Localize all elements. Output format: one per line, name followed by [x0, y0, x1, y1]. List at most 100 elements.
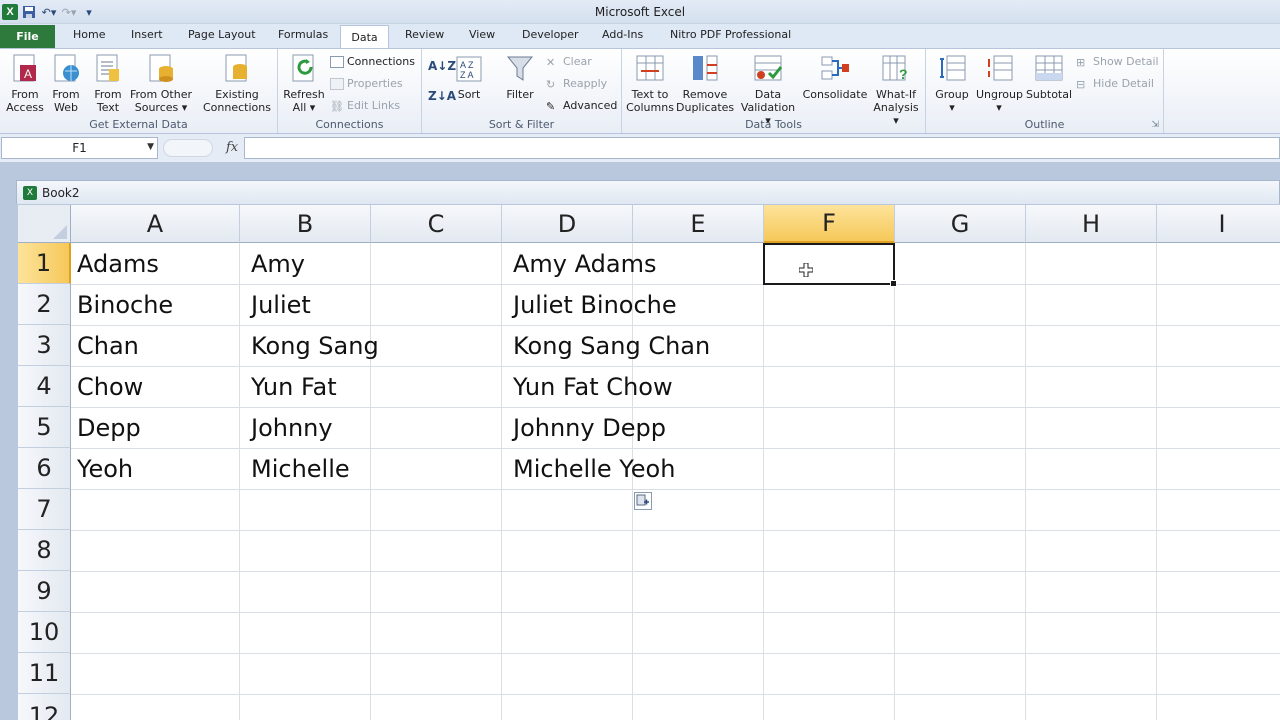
column-header-i[interactable]: I	[1157, 205, 1280, 243]
refresh-line1: Refresh	[283, 88, 325, 101]
tab-view[interactable]: View	[469, 28, 495, 41]
cell-a1[interactable]: Adams	[71, 244, 159, 284]
row-header-1[interactable]: 1	[18, 243, 71, 284]
cell-a4[interactable]: Chow	[71, 367, 143, 407]
outline-dialog-launcher-icon[interactable]: ⇲	[1151, 120, 1159, 130]
hide-detail-icon: ⊟	[1076, 77, 1086, 91]
cell-d3[interactable]: Kong Sang Chan	[507, 326, 710, 366]
row-header-4[interactable]: 4	[18, 366, 71, 407]
paste-options-icon[interactable]	[634, 492, 652, 510]
tab-data[interactable]: Data	[340, 25, 389, 49]
existing-connections-button[interactable]: Existing Connections	[202, 53, 272, 114]
from-text-button[interactable]: From Text	[88, 53, 128, 114]
cell-b6[interactable]: Michelle	[245, 449, 350, 489]
refresh-all-button[interactable]: Refresh All ▾	[282, 53, 326, 114]
sort-button[interactable]: A ZZ A Sort	[452, 53, 486, 101]
insert-function-icon[interactable]: fx	[226, 140, 238, 155]
subtotal-button[interactable]: Subtotal	[1024, 53, 1074, 101]
from-other-sources-button[interactable]: From Other Sources ▾	[128, 53, 194, 114]
cell-b3[interactable]: Kong Sang	[245, 326, 379, 366]
cell-d6[interactable]: Michelle Yeoh	[507, 449, 675, 489]
tab-developer[interactable]: Developer	[522, 28, 579, 41]
column-header-h[interactable]: H	[1026, 205, 1157, 243]
from-access-button[interactable]: A From Access	[4, 53, 46, 114]
cell-a6[interactable]: Yeoh	[71, 449, 133, 489]
ungroup-dropdown-arrow: ▾	[996, 101, 1002, 114]
name-box[interactable]: F1 ▼	[1, 137, 158, 159]
filter-button[interactable]: Filter	[502, 53, 538, 101]
ungroup-label: Ungroup	[976, 88, 1023, 101]
cell-d1[interactable]: Amy Adams	[507, 244, 656, 284]
properties-button[interactable]: Properties	[330, 77, 403, 90]
tab-nitro-pdf[interactable]: Nitro PDF Professional	[670, 28, 791, 41]
cell-b4[interactable]: Yun Fat	[245, 367, 337, 407]
clear-button[interactable]: ✕ Clear	[546, 55, 592, 69]
show-detail-button[interactable]: ⊞ Show Detail	[1076, 55, 1159, 69]
remove-duplicates-button[interactable]: Remove Duplicates	[676, 53, 734, 114]
cell-d4[interactable]: Yun Fat Chow	[507, 367, 673, 407]
column-header-b[interactable]: B	[240, 205, 371, 243]
select-all-corner[interactable]	[18, 205, 71, 243]
row-header-12[interactable]: 12	[18, 694, 71, 720]
cell-a5[interactable]: Depp	[71, 408, 141, 448]
row-header-6[interactable]: 6	[18, 448, 71, 489]
reapply-button[interactable]: ↻ Reapply	[546, 77, 607, 91]
ribbon: A From Access From Web From Text From Ot…	[0, 48, 1280, 134]
column-header-g[interactable]: G	[895, 205, 1026, 243]
cell-a3[interactable]: Chan	[71, 326, 139, 366]
cell-a2[interactable]: Binoche	[71, 285, 173, 325]
from-web-button[interactable]: From Web	[46, 53, 86, 114]
tab-formulas[interactable]: Formulas	[278, 28, 328, 41]
consolidate-button[interactable]: Consolidate	[800, 53, 870, 101]
row-header-5[interactable]: 5	[18, 407, 71, 448]
existing-connections-icon	[222, 53, 252, 85]
cell-d2[interactable]: Juliet Binoche	[507, 285, 677, 325]
ungroup-button[interactable]: Ungroup ▾	[976, 53, 1023, 114]
name-box-dropdown-icon[interactable]: ▼	[147, 142, 154, 152]
group-label-sort-filter: Sort & Filter	[488, 118, 555, 131]
column-header-d[interactable]: D	[502, 205, 633, 243]
tab-insert[interactable]: Insert	[131, 28, 163, 41]
refresh-icon	[289, 53, 319, 85]
group-rows-icon	[937, 53, 967, 85]
subtotal-label: Subtotal	[1025, 88, 1073, 101]
row-header-9[interactable]: 9	[18, 571, 71, 612]
tab-home[interactable]: Home	[73, 28, 105, 41]
row-header-3[interactable]: 3	[18, 325, 71, 366]
column-header-c[interactable]: C	[371, 205, 502, 243]
row-header-2[interactable]: 2	[18, 284, 71, 325]
tab-add-ins[interactable]: Add-Ins	[602, 28, 643, 41]
cell-b1[interactable]: Amy	[245, 244, 305, 284]
reapply-icon: ↻	[546, 77, 556, 91]
formula-bar-splitter[interactable]	[163, 139, 213, 157]
cell-b2[interactable]: Juliet	[245, 285, 311, 325]
text-to-columns-button[interactable]: Text to Columns	[626, 53, 674, 114]
svg-text:Z A: Z A	[460, 70, 474, 80]
gridline	[71, 530, 1280, 531]
edit-links-button[interactable]: ⛓ Edit Links	[330, 99, 400, 113]
data-validation-button[interactable]: Data Validation ▾	[738, 53, 798, 127]
tab-page-layout[interactable]: Page Layout	[188, 28, 256, 41]
row-header-7[interactable]: 7	[18, 489, 71, 530]
what-if-analysis-button[interactable]: ? What-If Analysis ▾	[870, 53, 922, 127]
group-button[interactable]: Group ▾	[930, 53, 974, 114]
advanced-button[interactable]: ✎ Advanced	[546, 99, 617, 113]
column-header-a[interactable]: A	[71, 205, 240, 243]
worksheet-grid[interactable]: A B C D E F G H I 1 2 3 4 5 6 7 8 9 10 1…	[18, 205, 1280, 720]
column-header-e[interactable]: E	[633, 205, 764, 243]
hide-detail-button[interactable]: ⊟ Hide Detail	[1076, 77, 1154, 91]
column-header-f[interactable]: F	[764, 205, 895, 243]
consolidate-icon	[820, 53, 850, 85]
window-title: Microsoft Excel	[594, 5, 686, 19]
formula-input[interactable]	[244, 137, 1280, 159]
row-header-11[interactable]: 11	[18, 653, 71, 694]
cell-b5[interactable]: Johnny	[245, 408, 333, 448]
row-header-8[interactable]: 8	[18, 530, 71, 571]
tab-file[interactable]: File	[0, 25, 55, 48]
connections-button[interactable]: Connections	[330, 55, 415, 68]
tab-review[interactable]: Review	[405, 28, 444, 41]
active-cell-f1[interactable]	[763, 243, 897, 287]
row-header-10[interactable]: 10	[18, 612, 71, 653]
cell-d5[interactable]: Johnny Depp	[507, 408, 666, 448]
name-box-value: F1	[72, 141, 87, 155]
